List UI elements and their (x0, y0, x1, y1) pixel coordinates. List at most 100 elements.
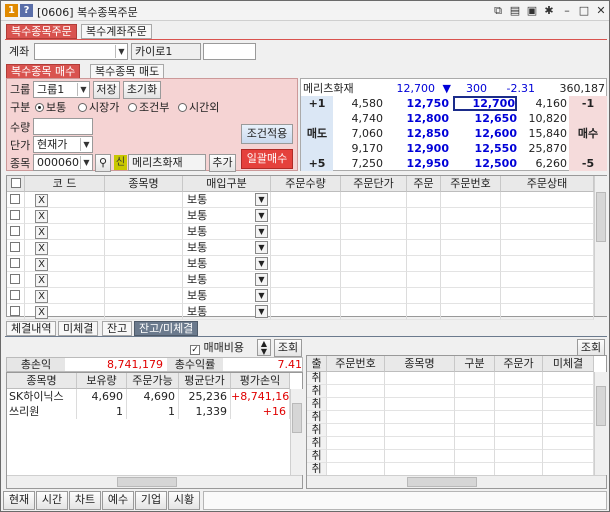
chevron-down-icon[interactable]: ▼ (255, 225, 268, 238)
remove-row-button[interactable]: X (35, 290, 48, 303)
ob-bid-volume[interactable]: 15,840 (519, 126, 568, 141)
footer-button[interactable]: 예수 (102, 491, 134, 510)
row-checkbox[interactable] (10, 210, 20, 220)
unfilled-hscrollbar[interactable] (307, 475, 606, 488)
tab-balance[interactable]: 잔고 (102, 321, 133, 336)
buy-all-button[interactable]: 일괄매수 (241, 149, 293, 169)
scroll-thumb[interactable] (292, 403, 302, 433)
ob-bid-price[interactable]: 12,700 (453, 96, 517, 111)
chevron-down-icon[interactable]: ▼ (255, 305, 268, 318)
remove-row-button[interactable]: X (35, 258, 48, 271)
reset-button[interactable]: 초기화 (123, 81, 161, 99)
footer-button[interactable]: 차트 (69, 491, 101, 510)
tab-fills[interactable]: 체결내역 (6, 321, 57, 336)
ob-bid-volume[interactable]: 10,820 (519, 111, 568, 126)
chevron-down-icon[interactable]: ▼ (255, 289, 268, 302)
ob-bid-price[interactable]: 12,550 (453, 141, 517, 156)
footer-button[interactable]: 기업 (135, 491, 167, 510)
ob-ask-volume[interactable]: 4,740 (335, 111, 384, 126)
radio-market[interactable]: 시장가 (78, 101, 119, 115)
table-cell[interactable]: 보통 ▼ (183, 224, 271, 240)
ob-bid-volume[interactable]: 25,870 (519, 141, 568, 156)
scroll-thumb[interactable] (596, 386, 606, 426)
radio-normal[interactable]: 보통 (35, 101, 66, 115)
footer-button[interactable]: 현재 (3, 491, 35, 510)
link-icon[interactable]: ⧉ (491, 4, 505, 18)
row-checkbox[interactable] (10, 258, 20, 268)
table-cell[interactable] (7, 304, 25, 320)
search-icon[interactable]: ⚲ (95, 154, 111, 172)
chevron-down-icon[interactable]: ▼ (80, 156, 92, 169)
ob-ask-volume[interactable]: 7,250 (335, 156, 384, 171)
remove-row-button[interactable]: X (35, 274, 48, 287)
row-checkbox[interactable] (10, 306, 20, 316)
balance-query-button[interactable]: 조회 (274, 339, 302, 357)
close-icon[interactable]: ✕ (594, 4, 608, 18)
fee-checkbox[interactable]: ✓ 매매비용 (190, 341, 244, 355)
spinner-icon[interactable]: ▲ ▼ (257, 339, 271, 356)
help-badge[interactable]: ? (20, 4, 33, 17)
chevron-down-icon[interactable]: ▼ (255, 209, 268, 222)
table-cell[interactable] (7, 240, 25, 256)
scroll-thumb[interactable] (596, 192, 606, 242)
chevron-down-icon[interactable]: ▼ (255, 193, 268, 206)
ob-ask-price[interactable]: 12,750 (387, 96, 449, 111)
table-cell[interactable] (7, 272, 25, 288)
balance-hscrollbar[interactable] (7, 475, 302, 488)
table-cell[interactable]: 보통 ▼ (183, 240, 271, 256)
minimize-icon[interactable]: – (560, 4, 574, 18)
radio-conditional[interactable]: 조건부 (128, 101, 169, 115)
ob-ask-price[interactable]: 12,850 (387, 126, 449, 141)
ob-ask-volume[interactable]: 4,580 (335, 96, 384, 111)
remove-row-button[interactable]: X (35, 306, 48, 319)
row-checkbox[interactable] (10, 194, 20, 204)
tab-multi-account-order[interactable]: 복수계좌주문 (81, 24, 152, 39)
maximize-icon[interactable]: □ (577, 4, 591, 18)
ob-ask-price[interactable]: 12,950 (387, 156, 449, 171)
print-icon[interactable]: ▤ (508, 4, 522, 18)
ob-bid-price[interactable]: 12,600 (453, 126, 517, 141)
remove-row-button[interactable]: X (35, 226, 48, 239)
password-field[interactable] (203, 43, 256, 60)
table-cell[interactable]: 보통 ▼ (183, 192, 271, 208)
balance-scrollbar[interactable] (290, 389, 303, 475)
ob-bid-price[interactable]: 12,650 (453, 111, 517, 126)
lock-icon[interactable]: ▣ (525, 4, 539, 18)
radio-after-hours[interactable]: 시간외 (178, 101, 219, 115)
add-button[interactable]: 추가 (209, 154, 236, 172)
unfilled-scrollbar[interactable] (594, 372, 607, 475)
tab-multi-sell[interactable]: 복수종목 매도 (90, 64, 165, 79)
scroll-thumb[interactable] (117, 477, 177, 487)
row-checkbox[interactable] (10, 226, 20, 236)
chevron-down-icon[interactable]: ▼ (255, 257, 268, 270)
row-checkbox[interactable] (10, 274, 20, 284)
table-cell[interactable]: 보통 ▼ (183, 288, 271, 304)
ob-ask-price[interactable]: 12,800 (387, 111, 449, 126)
chevron-down-icon[interactable]: ▼ (77, 83, 89, 96)
remove-row-button[interactable]: X (35, 210, 48, 223)
chevron-down-icon[interactable]: ▼ (80, 138, 92, 151)
select-all-checkbox[interactable] (7, 176, 25, 192)
footer-button[interactable]: 시황 (168, 491, 200, 510)
qty-input[interactable] (33, 118, 93, 135)
table-row[interactable]: SK하이닉스 4,690 4,690 25,236 +8,741,163 (7, 389, 296, 404)
tab-unfilled[interactable]: 미체결 (58, 321, 99, 336)
table-cell[interactable] (7, 288, 25, 304)
chevron-down-icon[interactable]: ▼ (115, 45, 127, 58)
ob-ask-volume[interactable]: 7,060 (335, 126, 384, 141)
tab-multi-buy[interactable]: 복수종목 매수 (6, 64, 81, 79)
ob-bid-volume[interactable]: 6,260 (519, 156, 568, 171)
ob-ask-price[interactable]: 12,900 (387, 141, 449, 156)
table-cell[interactable]: 보통 ▼ (183, 208, 271, 224)
ob-bid-volume[interactable]: 4,160 (519, 96, 568, 111)
table-row[interactable]: 쓰리원 1 1 1,339 +16 (7, 404, 290, 419)
gear-icon[interactable]: ✱ (542, 4, 556, 18)
ob-bid-price[interactable]: 12,500 (453, 156, 517, 171)
tab-multi-stock-order[interactable]: 복수종목주문 (6, 24, 77, 39)
table-cell[interactable] (7, 192, 25, 208)
footer-button[interactable]: 시간 (36, 491, 68, 510)
scroll-thumb[interactable] (407, 477, 477, 487)
table-cell[interactable] (7, 208, 25, 224)
table-cell[interactable]: 보통 ▼ (183, 272, 271, 288)
chevron-down-icon[interactable]: ▼ (255, 241, 268, 254)
